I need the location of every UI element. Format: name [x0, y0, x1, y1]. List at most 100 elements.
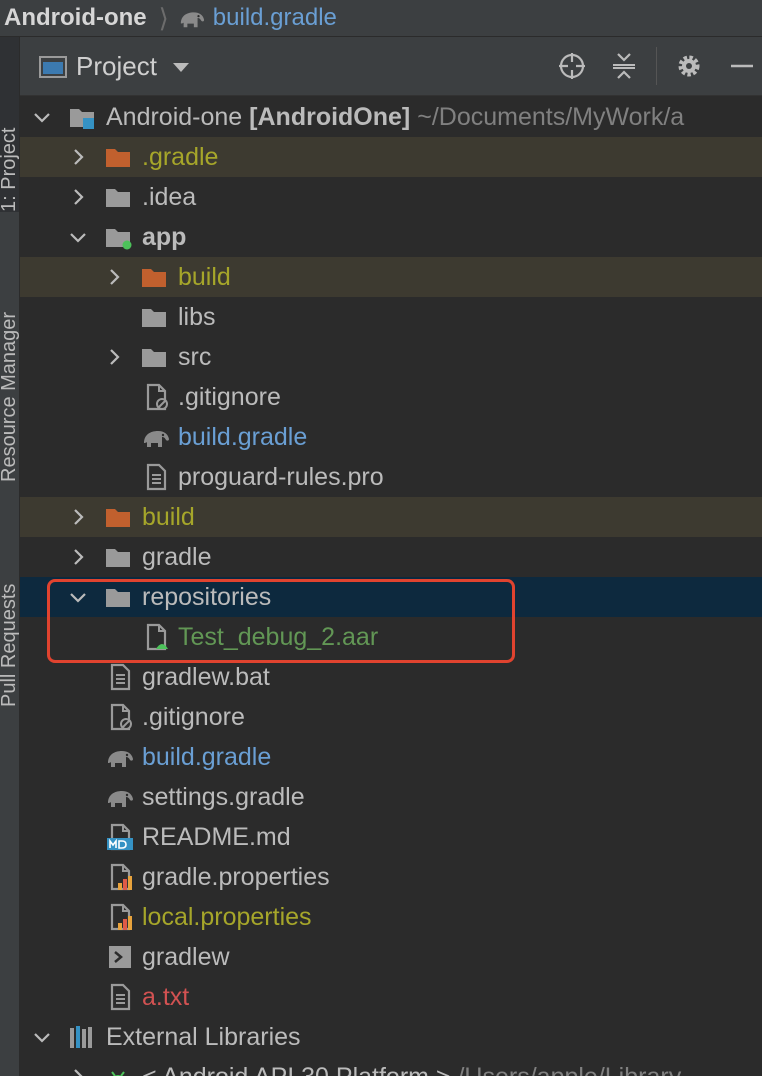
folder-icon	[104, 583, 132, 611]
tree-item-local-properties[interactable]: local.properties	[20, 897, 762, 937]
tree-item-aar[interactable]: Test_debug_2.aar	[20, 617, 762, 657]
toolbar-divider	[656, 47, 657, 85]
markdown-file-icon	[107, 823, 133, 851]
chevron-down-icon[interactable]	[32, 107, 52, 127]
locate-file-button[interactable]	[555, 49, 589, 83]
chevron-right-icon[interactable]	[68, 1067, 88, 1076]
chevron-down-icon[interactable]	[32, 1027, 52, 1047]
tab-pull-requests[interactable]: Pull Requests	[0, 517, 19, 707]
crosshair-icon	[559, 53, 585, 79]
tree-item-label: proguard-rules.pro	[178, 463, 384, 491]
tree-item-label: repositories	[142, 583, 272, 611]
tree-item-label: README.md	[142, 823, 291, 851]
tree-item-label: settings.gradle	[142, 783, 305, 811]
breadcrumb: Android-one ⟩ build.gradle	[0, 0, 762, 37]
tree-item-gitignore[interactable]: .gitignore	[20, 697, 762, 737]
minimize-icon	[731, 64, 753, 68]
tab-resource-manager-label: Resource Manager	[0, 311, 20, 482]
tree-item-build[interactable]: build	[20, 497, 762, 537]
tree-item-settings-gradle[interactable]: settings.gradle	[20, 777, 762, 817]
properties-file-icon	[106, 903, 132, 931]
tree-root-row[interactable]: Android-one [AndroidOne] ~/Documents/MyW…	[20, 97, 762, 137]
project-panel: Project Android-one [AndroidOne] ~/Docum…	[20, 37, 762, 1076]
breadcrumb-separator: ⟩	[158, 2, 169, 33]
excluded-folder-icon	[104, 503, 132, 531]
chevron-down-icon[interactable]	[68, 227, 88, 247]
tree-item-app-build[interactable]: build	[20, 257, 762, 297]
tree-item-src[interactable]: src	[20, 337, 762, 377]
tree-item-gradlew-bat[interactable]: gradlew.bat	[20, 657, 762, 697]
tree-item-label: build	[178, 263, 231, 291]
collapse-icon	[613, 53, 635, 79]
tree-item-gradle[interactable]: gradle	[20, 537, 762, 577]
tree-item-label: gradle.properties	[142, 863, 330, 891]
module-folder-icon	[104, 223, 132, 250]
gear-icon	[678, 55, 700, 77]
tree-item-label: build.gradle	[142, 743, 272, 771]
tree-item-dot-gradle[interactable]: .gradle	[20, 137, 762, 177]
tree-item-app[interactable]: app	[20, 217, 762, 257]
tree-item-label: app	[142, 223, 187, 251]
gradle-elephant-icon	[104, 783, 136, 811]
tab-pull-requests-label: Pull Requests	[0, 583, 20, 707]
tree-item-proguard[interactable]: proguard-rules.pro	[20, 457, 762, 497]
view-mode-dropdown[interactable]: Project	[38, 51, 193, 82]
tree-item-label: gradlew	[142, 943, 230, 971]
collapse-all-button[interactable]	[607, 49, 641, 83]
tree-item-label: External Libraries	[106, 1023, 301, 1051]
tree-item-android-platform[interactable]: < Android API 30 Platform > /Users/apple…	[20, 1057, 762, 1076]
platform-name: < Android API 30 Platform >	[142, 1063, 451, 1076]
tree-item-label: build	[142, 503, 195, 531]
gradle-elephant-icon	[140, 423, 172, 451]
text-file-icon	[142, 463, 170, 491]
gradle-elephant-icon	[104, 743, 136, 771]
tree-item-app-build-gradle[interactable]: build.gradle	[20, 417, 762, 457]
settings-button[interactable]	[672, 49, 706, 83]
tree-item-build-gradle[interactable]: build.gradle	[20, 737, 762, 777]
tree-item-label: gradlew.bat	[142, 663, 270, 691]
platform-path: /Users/apple/Library	[457, 1063, 681, 1076]
hide-panel-button[interactable]	[725, 49, 759, 83]
tree-item-a-txt[interactable]: a.txt	[20, 977, 762, 1017]
tab-resource-manager[interactable]: Resource Manager	[0, 232, 19, 482]
tree-item-label: local.properties	[142, 903, 312, 931]
tree-item-label: .idea	[142, 183, 197, 211]
tree-item-external-libraries[interactable]: External Libraries	[20, 1017, 762, 1057]
breadcrumb-file[interactable]: build.gradle	[213, 4, 337, 32]
chevron-down-icon[interactable]	[68, 587, 88, 607]
chevron-right-icon[interactable]	[104, 267, 124, 287]
chevron-right-icon[interactable]	[68, 147, 88, 167]
excluded-folder-icon	[140, 263, 168, 291]
tree-item-idea[interactable]: .idea	[20, 177, 762, 217]
chevron-right-icon[interactable]	[68, 507, 88, 527]
ignored-file-icon	[106, 703, 132, 731]
root-path: ~/Documents/MyWork/a	[417, 103, 685, 131]
tree-item-label: src	[178, 343, 212, 371]
tab-project[interactable]: 1: Project	[0, 37, 19, 212]
tree-item-label: build.gradle	[178, 423, 308, 451]
text-file-icon	[106, 983, 134, 1011]
tree-item-app-gitignore[interactable]: .gitignore	[20, 377, 762, 417]
tree-item-gradle-properties[interactable]: gradle.properties	[20, 857, 762, 897]
android-icon	[111, 1071, 125, 1076]
chevron-right-icon[interactable]	[104, 347, 124, 367]
module-folder-icon	[68, 103, 94, 129]
archive-file-icon	[142, 623, 168, 651]
tree-item-libs[interactable]: libs	[20, 297, 762, 337]
project-toolbar: Project	[20, 37, 762, 96]
tree-item-label: .gradle	[142, 143, 219, 171]
tree-item-label: libs	[178, 303, 216, 331]
view-mode-label: Project	[76, 51, 157, 81]
chevron-right-icon[interactable]	[68, 547, 88, 567]
excluded-folder-icon	[104, 143, 132, 171]
text-file-icon	[106, 663, 134, 691]
properties-file-icon	[106, 863, 132, 891]
breadcrumb-project[interactable]: Android-one	[4, 4, 147, 32]
chevron-right-icon[interactable]	[68, 187, 88, 207]
library-icon	[70, 1026, 92, 1048]
project-window-icon	[39, 55, 67, 78]
tree-item-repositories[interactable]: repositories	[20, 577, 762, 617]
tree-item-gradlew[interactable]: gradlew	[20, 937, 762, 977]
tree-item-readme[interactable]: README.md	[20, 817, 762, 857]
tree-item-label: a.txt	[142, 983, 190, 1011]
